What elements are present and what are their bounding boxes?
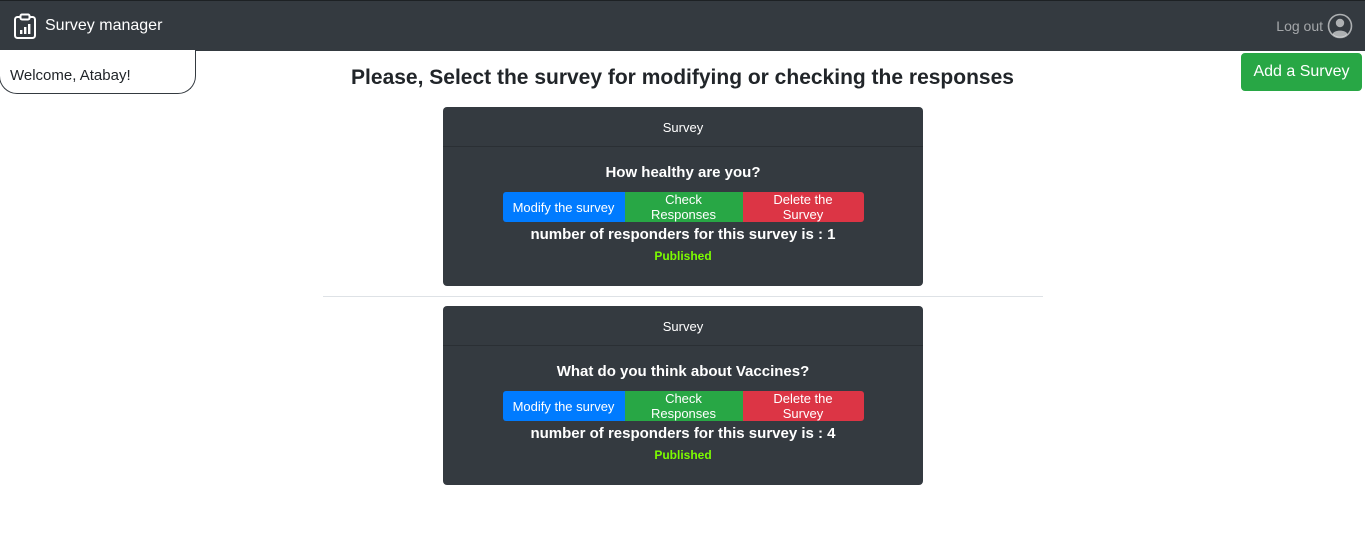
responders-count: number of responders for this survey is … [530,226,836,243]
card-header: Survey [443,107,923,147]
add-survey-button[interactable]: Add a Survey [1241,53,1362,91]
survey-title: How healthy are you? [605,164,761,181]
page-title-text: Please, Select the survey for modifying … [351,66,1014,89]
survey-card: Survey How healthy are you? Modify the s… [443,107,923,286]
check-responses-button[interactable]: Check Responses [624,192,743,222]
page-title: Please, Select the survey for modifying … [0,66,1365,90]
responders-count: number of responders for this survey is … [530,425,836,442]
status-badge: Published [654,249,712,263]
brand-link[interactable]: Survey manager [12,13,162,39]
check-responses-button[interactable]: Check Responses [624,391,743,421]
clipboard-chart-icon [14,13,36,39]
status-badge: Published [654,448,712,462]
card-body: How healthy are you? Modify the survey C… [443,147,923,263]
brand-title: Survey manager [45,17,163,34]
survey-actions: Modify the survey Check Responses Delete… [443,391,923,421]
survey-title: What do you think about Vaccines? [556,363,810,380]
card-body: What do you think about Vaccines? Modify… [443,346,923,462]
card-header: Survey [443,306,923,346]
delete-survey-button[interactable]: Delete the Survey [742,391,864,421]
divider [323,296,1043,297]
user-circle-icon [1327,13,1353,39]
logout-link[interactable]: Log out [1276,13,1353,39]
logout-label: Log out [1276,18,1323,34]
delete-survey-button[interactable]: Delete the Survey [742,192,864,222]
modify-survey-button[interactable]: Modify the survey [502,192,625,222]
survey-actions: Modify the survey Check Responses Delete… [443,192,923,222]
survey-card: Survey What do you think about Vaccines?… [443,306,923,485]
modify-survey-button[interactable]: Modify the survey [502,391,625,421]
top-navbar: Survey manager Log out [0,0,1365,51]
